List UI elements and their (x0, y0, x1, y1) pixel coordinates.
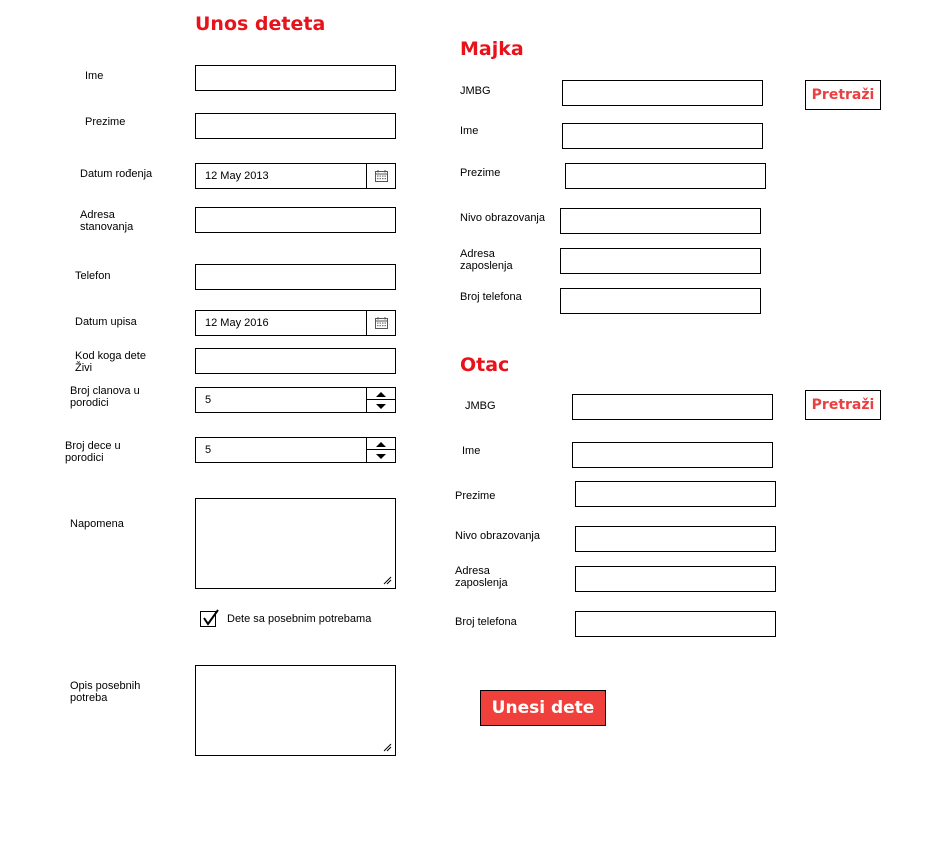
child-opis-label-line2: potreba (70, 692, 108, 704)
child-broj-dece-value: 5 (205, 444, 212, 456)
father-adresa-label-line2: zaposlenja (455, 577, 508, 589)
child-section-title: Unos deteta (195, 13, 326, 35)
child-prezime-input[interactable] (195, 113, 396, 139)
father-telefon-input[interactable] (575, 611, 776, 637)
father-search-button[interactable]: Pretraži (805, 390, 881, 420)
child-broj-clanova-value: 5 (205, 394, 212, 406)
child-kod-koga-label-line1: Kod koga dete (75, 350, 146, 362)
child-telefon-input[interactable] (195, 264, 396, 290)
stepper-down-button[interactable] (367, 450, 395, 462)
child-opis-label: Opis posebnih potreba (70, 680, 140, 704)
child-napomena-label: Napomena (70, 518, 124, 530)
child-datum-rodjenja-picker[interactable]: 12 May 2013 (195, 163, 396, 189)
child-kod-koga-input[interactable] (195, 348, 396, 374)
mother-jmbg-label: JMBG (460, 85, 491, 97)
child-datum-upisa-value: 12 May 2016 (205, 317, 269, 329)
child-datum-upisa-picker[interactable]: 12 May 2016 (195, 310, 396, 336)
child-adresa-label: Adresa stanovanja (80, 209, 133, 233)
child-broj-dece-label-line2: porodici (65, 452, 104, 464)
father-adresa-label: Adresa zaposlenja (455, 565, 508, 589)
checkmark-icon (203, 609, 219, 626)
mother-adresa-label-line2: zaposlenja (460, 260, 513, 272)
stepper-down-button[interactable] (367, 400, 395, 412)
father-adresa-input[interactable] (575, 566, 776, 592)
mother-adresa-label: Adresa zaposlenja (460, 248, 513, 272)
mother-nivo-label: Nivo obrazovanja (460, 212, 545, 224)
child-ime-label: Ime (85, 70, 104, 82)
mother-telefon-input[interactable] (560, 288, 761, 314)
mother-prezime-label: Prezime (460, 167, 501, 179)
arrow-down-icon (376, 404, 386, 409)
submit-child-button[interactable]: Unesi dete (480, 690, 606, 726)
mother-jmbg-input[interactable] (562, 80, 763, 106)
child-posebne-potrebe-checkbox[interactable] (200, 609, 220, 630)
mother-section-title: Majka (460, 38, 524, 60)
stepper-up-button[interactable] (367, 388, 395, 400)
stepper-up-button[interactable] (367, 438, 395, 450)
child-datum-rodjenja-label: Datum rođenja (80, 168, 153, 180)
father-jmbg-label: JMBG (465, 400, 496, 412)
father-nivo-label: Nivo obrazovanja (455, 530, 540, 542)
father-ime-input[interactable] (572, 442, 773, 468)
arrow-up-icon (376, 392, 386, 397)
arrow-up-icon (376, 442, 386, 447)
child-opis-label-line1: Opis posebnih (70, 680, 141, 692)
father-section-title: Otac (460, 354, 510, 376)
child-adresa-input[interactable] (195, 207, 396, 233)
child-ime-input[interactable] (195, 65, 396, 91)
mother-ime-label: Ime (460, 125, 479, 137)
calendar-icon[interactable] (366, 311, 395, 335)
child-broj-clanova-stepper[interactable]: 5 (195, 387, 396, 413)
mother-search-button[interactable]: Pretraži (805, 80, 881, 110)
father-telefon-label: Broj telefona (455, 616, 517, 628)
child-posebne-potrebe-label: Dete sa posebnim potrebama (227, 613, 372, 625)
stepper-arrows (366, 438, 395, 462)
calendar-icon[interactable] (366, 164, 395, 188)
child-broj-clanova-label-line1: Broj clanova u (70, 385, 140, 397)
arrow-down-icon (376, 454, 386, 459)
stepper-arrows (366, 388, 395, 412)
child-prezime-label: Prezime (85, 116, 126, 128)
child-napomena-textarea[interactable] (195, 498, 396, 589)
father-ime-label: Ime (462, 445, 481, 457)
mother-adresa-input[interactable] (560, 248, 761, 274)
father-prezime-input[interactable] (575, 481, 776, 507)
father-jmbg-input[interactable] (572, 394, 773, 420)
mother-adresa-label-line1: Adresa (460, 248, 495, 260)
mother-telefon-label: Broj telefona (460, 291, 522, 303)
father-adresa-label-line1: Adresa (455, 565, 490, 577)
child-broj-dece-label-line1: Broj dece u (65, 440, 121, 452)
child-kod-koga-label: Kod koga dete Živi (75, 350, 146, 374)
child-datum-rodjenja-value: 12 May 2013 (205, 170, 269, 182)
child-telefon-label: Telefon (75, 270, 111, 282)
resize-grip-icon[interactable] (383, 576, 392, 585)
mother-nivo-input[interactable] (560, 208, 761, 234)
mother-prezime-input[interactable] (565, 163, 766, 189)
child-broj-dece-stepper[interactable]: 5 (195, 437, 396, 463)
child-datum-upisa-label: Datum upisa (75, 316, 137, 328)
child-adresa-label-line2: stanovanja (80, 221, 134, 233)
child-broj-clanova-label: Broj clanova u porodici (70, 385, 140, 409)
child-kod-koga-label-line2: Živi (75, 362, 93, 374)
resize-grip-icon[interactable] (383, 743, 392, 752)
child-broj-dece-label: Broj dece u porodici (65, 440, 121, 464)
child-opis-textarea[interactable] (195, 665, 396, 756)
child-adresa-label-line1: Adresa (80, 209, 115, 221)
father-nivo-input[interactable] (575, 526, 776, 552)
child-broj-clanova-label-line2: porodici (70, 397, 109, 409)
father-prezime-label: Prezime (455, 490, 496, 502)
mother-ime-input[interactable] (562, 123, 763, 149)
